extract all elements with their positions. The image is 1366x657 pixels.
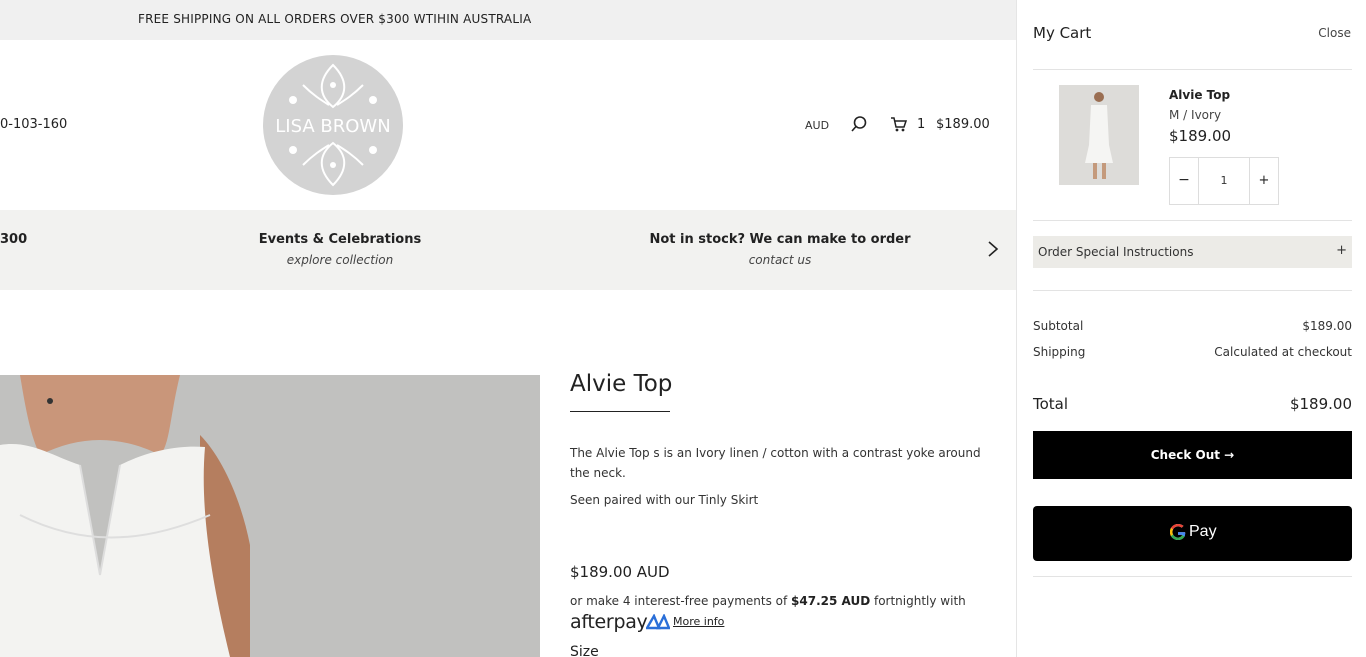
announcement-text: FREE SHIPPING ON ALL ORDERS OVER $300 WT… <box>138 12 532 26</box>
announcement-bar: FREE SHIPPING ON ALL ORDERS OVER $300 WT… <box>0 0 1016 40</box>
shipping-row: Shipping Calculated at checkout <box>1033 345 1352 359</box>
cart-total[interactable]: $189.00 <box>936 117 990 132</box>
quantity-input[interactable]: 1 <box>1199 158 1249 204</box>
promo-events[interactable]: Events & Celebrations explore collection <box>240 232 440 267</box>
product-info: Alvie Top <box>570 371 990 412</box>
afterpay-more-info-link[interactable]: More info <box>673 615 724 628</box>
product-image[interactable] <box>0 375 540 657</box>
promo-made-to-order[interactable]: Not in stock? We can make to order conta… <box>640 232 920 267</box>
afterpay-message: or make 4 interest-free payments of $47.… <box>570 594 966 608</box>
shipping-label: Shipping <box>1033 345 1086 359</box>
divider <box>1033 220 1352 221</box>
quantity-increase-button[interactable]: + <box>1249 158 1278 204</box>
checkout-button[interactable]: Check Out → <box>1033 431 1352 479</box>
cart-count[interactable]: 1 <box>917 117 925 132</box>
product-paired-with: Seen paired with our Tinly Skirt <box>570 493 759 507</box>
promo-subtitle: explore collection <box>286 253 394 267</box>
total-row: Total $189.00 <box>1033 395 1352 413</box>
logo-text: LISA BROWN <box>275 116 390 137</box>
afterpay-amount: $47.25 AUD <box>791 594 871 608</box>
chevron-right-icon[interactable] <box>985 240 1001 258</box>
total-value: $189.00 <box>1289 395 1352 413</box>
cart-icon[interactable] <box>891 117 907 132</box>
order-instructions-toggle[interactable]: Order Special Instructions + <box>1033 236 1352 268</box>
divider <box>1033 576 1352 577</box>
google-pay-label: Pay <box>1189 523 1217 540</box>
cart-item-variant: M / Ivory <box>1169 108 1222 122</box>
search-icon[interactable] <box>850 115 868 133</box>
google-g-icon <box>1170 524 1186 540</box>
promo-bar: 300 Events & Celebrations explore collec… <box>0 210 1016 290</box>
product-price: $189.00 AUD <box>570 563 670 581</box>
product-title: Alvie Top <box>570 371 673 397</box>
promo-title: Not in stock? We can make to order <box>649 232 911 247</box>
promo-subtitle: contact us <box>748 253 812 267</box>
plus-icon: + <box>1336 243 1347 258</box>
google-pay-button[interactable]: Pay <box>1033 506 1352 561</box>
promo-fragment[interactable]: 300 <box>0 232 27 247</box>
cart-item-image[interactable] <box>1059 85 1139 185</box>
size-label: Size <box>570 644 599 657</box>
afterpay-mark-icon <box>646 614 670 630</box>
cart-item-name[interactable]: Alvie Top <box>1169 88 1230 102</box>
store-page: FREE SHIPPING ON ALL ORDERS OVER $300 WT… <box>0 0 1016 657</box>
total-label: Total <box>1033 395 1069 413</box>
product-description: The Alvie Top s is an Ivory linen / cott… <box>570 446 981 480</box>
afterpay-suffix: fortnightly with <box>870 594 966 608</box>
cart-drawer: My Cart Close Alvie Top M / Ivory $189.0… <box>1016 0 1366 657</box>
subtotal-label: Subtotal <box>1033 319 1084 333</box>
afterpay-prefix: or make 4 interest-free payments of <box>570 594 792 608</box>
subtotal-row: Subtotal $189.00 <box>1033 319 1352 333</box>
quantity-stepper: − 1 + <box>1169 157 1279 205</box>
quantity-decrease-button[interactable]: − <box>1170 158 1199 204</box>
promo-title: Events & Celebrations <box>258 232 422 247</box>
currency-selector[interactable]: AUD <box>805 119 829 132</box>
subtotal-value: $189.00 <box>1302 319 1352 333</box>
shipping-value: Calculated at checkout <box>1214 345 1352 359</box>
order-instructions-label: Order Special Instructions <box>1038 245 1194 259</box>
cart-item-price: $189.00 <box>1169 127 1232 145</box>
cart-drawer-title: My Cart <box>1033 24 1092 42</box>
close-button[interactable]: Close <box>1318 26 1351 40</box>
afterpay-logo: afterpay <box>570 611 648 633</box>
phone-number[interactable]: 0-103-160 <box>0 117 67 132</box>
divider <box>1033 290 1352 291</box>
title-divider <box>570 411 670 412</box>
divider <box>1033 69 1352 70</box>
site-logo[interactable]: LISA BROWN <box>263 55 403 195</box>
